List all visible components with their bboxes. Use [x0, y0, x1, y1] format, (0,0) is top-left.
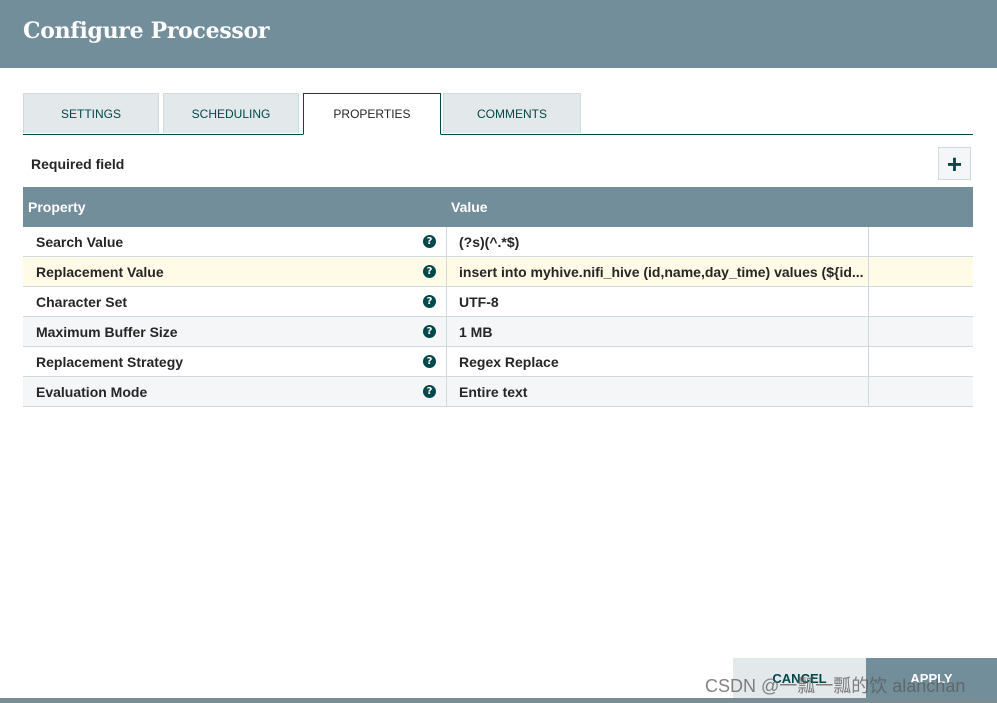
properties-table: Property Value Search Value ? (?s)(^.*$)… — [23, 187, 973, 407]
column-divider — [868, 227, 869, 257]
column-divider — [446, 317, 447, 347]
property-value[interactable]: Entire text — [459, 384, 869, 400]
property-value[interactable]: Regex Replace — [459, 354, 869, 370]
column-header-property[interactable]: Property — [28, 199, 86, 215]
dialog-header: Configure Processor — [0, 0, 997, 68]
tab-comments[interactable]: COMMENTS — [443, 93, 581, 133]
column-divider — [446, 377, 447, 407]
bottom-bar — [0, 698, 997, 703]
column-header-value[interactable]: Value — [451, 199, 488, 215]
column-divider — [446, 227, 447, 257]
column-divider — [868, 377, 869, 407]
column-divider — [868, 347, 869, 377]
property-name: Maximum Buffer Size — [36, 324, 178, 340]
tab-bar: SETTINGS SCHEDULING PROPERTIES COMMENTS — [23, 93, 973, 135]
table-row[interactable]: Search Value ? (?s)(^.*$) — [23, 227, 973, 257]
property-value[interactable]: (?s)(^.*$) — [459, 234, 869, 250]
column-divider — [446, 347, 447, 377]
column-divider — [446, 287, 447, 317]
property-value[interactable]: insert into myhive.nifi_hive (id,name,da… — [459, 264, 869, 280]
column-divider — [868, 317, 869, 347]
table-row[interactable]: Replacement Value ? insert into myhive.n… — [23, 257, 973, 287]
property-name: Evaluation Mode — [36, 384, 148, 400]
question-circle-icon[interactable]: ? — [423, 265, 436, 278]
table-row[interactable]: Maximum Buffer Size ? 1 MB — [23, 317, 973, 347]
question-circle-icon[interactable]: ? — [423, 385, 436, 398]
property-name: Replacement Value — [36, 264, 164, 280]
question-circle-icon[interactable]: ? — [423, 325, 436, 338]
property-name: Search Value — [36, 234, 124, 250]
property-name: Replacement Strategy — [36, 354, 184, 370]
watermark-text: CSDN @一瓢一瓢的饮 alanchan — [705, 676, 966, 696]
tab-settings[interactable]: SETTINGS — [23, 93, 159, 133]
table-row[interactable]: Evaluation Mode ? Entire text — [23, 377, 973, 407]
column-divider — [868, 257, 869, 287]
plus-icon: + — [946, 148, 963, 179]
tab-properties[interactable]: PROPERTIES — [303, 93, 441, 135]
table-row[interactable]: Character Set ? UTF-8 — [23, 287, 973, 317]
add-property-button[interactable]: + — [938, 147, 971, 180]
column-divider — [446, 257, 447, 287]
required-field-label: Required field — [31, 156, 125, 172]
question-circle-icon[interactable]: ? — [423, 355, 436, 368]
question-circle-icon[interactable]: ? — [423, 295, 436, 308]
property-name: Character Set — [36, 294, 128, 310]
property-value[interactable]: 1 MB — [459, 324, 869, 340]
table-header: Property Value — [23, 187, 973, 227]
table-row[interactable]: Replacement Strategy ? Regex Replace — [23, 347, 973, 377]
property-value[interactable]: UTF-8 — [459, 294, 869, 310]
tab-scheduling[interactable]: SCHEDULING — [163, 93, 299, 133]
question-circle-icon[interactable]: ? — [423, 235, 436, 248]
column-divider — [868, 287, 869, 317]
dialog-title: Configure Processor — [23, 18, 270, 44]
